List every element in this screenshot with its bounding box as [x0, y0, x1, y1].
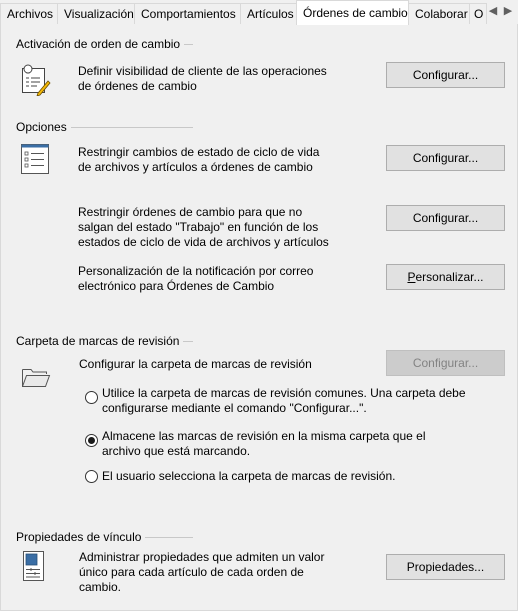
lightbulb-checklist-icon — [21, 64, 51, 99]
options-row3-description: Personalización de la notificación por c… — [78, 264, 313, 294]
link-desc-line2: único para cada artículo de cada orden d… — [79, 565, 304, 579]
activation-desc-line1: Definir visibilidad de cliente de las op… — [78, 64, 327, 78]
markup-folder-description: Configurar la carpeta de marcas de revis… — [79, 357, 312, 371]
options-row2-line2: salgan del estado "Trabajo" en función d… — [78, 220, 319, 234]
options-row1-line2: de archivos y artículos a órdenes de cam… — [78, 160, 313, 174]
link-desc-line3: cambio. — [79, 580, 122, 594]
properties-sheet-icon — [22, 550, 46, 585]
options-row2-line3: estados de ciclo de vida de archivos y a… — [78, 235, 329, 249]
radio-user-selects-label[interactable]: El usuario selecciona la carpeta de marc… — [102, 469, 395, 484]
section-title-options: Opciones — [16, 120, 71, 134]
radio-common-line2: configurarse mediante el comando "Config… — [102, 401, 367, 415]
radio-same-folder-label[interactable]: Almacene las marcas de revisión en la mi… — [102, 429, 425, 459]
tab-ordenes-de-cambio[interactable]: Órdenes de cambio — [296, 0, 409, 25]
options-row3-line1: Personalización de la notificación por c… — [78, 264, 314, 278]
radio-same-line2: archivo que está marcando. — [102, 444, 251, 458]
tab-scroll-left-icon[interactable]: ◀ — [486, 4, 500, 18]
tab-archivos[interactable]: Archivos — [0, 3, 58, 25]
list-form-icon — [20, 143, 50, 178]
activation-desc-line2: de órdenes de cambio — [78, 79, 197, 93]
activation-configure-button[interactable]: Configurar... — [386, 62, 505, 88]
options-row2-line1: Restringir órdenes de cambio para que no — [78, 205, 303, 219]
restrict-work-state-configure-button[interactable]: Configurar... — [386, 205, 505, 231]
tab-strip: Archivos Visualización Comportamientos A… — [0, 0, 518, 25]
tab-colaborar[interactable]: Colaborar — [408, 3, 470, 25]
options-row1-line1: Restringir cambios de estado de ciclo de… — [78, 145, 320, 159]
markup-folder-configure-button[interactable]: Configurar... — [386, 350, 505, 376]
tab-scroll-right-icon[interactable]: ▶ — [501, 4, 515, 18]
link-properties-button[interactable]: Propiedades... — [386, 554, 505, 580]
radio-common-markup-folder[interactable] — [85, 391, 98, 404]
tab-articulos[interactable]: Artículos — [240, 3, 298, 25]
tab-overflow[interactable]: O — [469, 3, 487, 25]
options-row1-description: Restringir cambios de estado de ciclo de… — [78, 145, 319, 175]
restrict-lifecycle-configure-button[interactable]: Configurar... — [386, 145, 505, 171]
section-title-activation: Activación de orden de cambio — [16, 37, 185, 51]
radio-same-line1: Almacene las marcas de revisión en la mi… — [102, 429, 426, 443]
link-desc-line1: Administrar propiedades que admiten un v… — [79, 550, 325, 564]
link-properties-description: Administrar propiedades que admiten un v… — [79, 550, 324, 595]
tab-comportamientos[interactable]: Comportamientos — [134, 3, 241, 25]
radio-common-line1: Utilice la carpeta de marcas de revisión… — [102, 386, 466, 400]
folder-open-icon — [21, 366, 51, 391]
radio-user-selects-folder[interactable] — [85, 470, 98, 483]
tab-visualizacion[interactable]: Visualización — [57, 3, 135, 25]
section-title-link-properties: Propiedades de vínculo — [16, 530, 146, 544]
options-row2-description: Restringir órdenes de cambio para que no… — [78, 205, 329, 250]
change-orders-panel: Activación de orden de cambio Definir vi… — [0, 24, 518, 611]
activation-description: Definir visibilidad de cliente de las op… — [78, 64, 327, 94]
email-notification-customize-button[interactable]: Personalizar... — [386, 264, 505, 290]
customize-label-rest: ersonalizar... — [415, 270, 484, 284]
options-row3-line2: electrónico para Órdenes de Cambio — [78, 279, 275, 293]
section-title-markup-folder: Carpeta de marcas de revisión — [16, 334, 184, 348]
radio-common-markup-folder-label[interactable]: Utilice la carpeta de marcas de revisión… — [102, 386, 466, 416]
radio-same-folder-as-file[interactable] — [85, 434, 98, 447]
